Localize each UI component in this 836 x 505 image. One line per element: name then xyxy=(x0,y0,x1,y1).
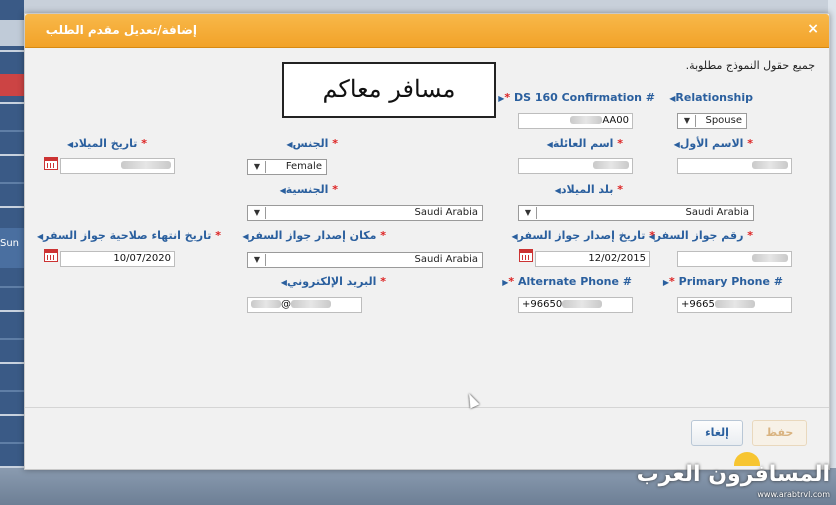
chevron-down-icon: ▼ xyxy=(249,161,266,173)
passport-number-input[interactable] xyxy=(677,251,792,267)
chevron-down-icon: ▼ xyxy=(679,115,696,127)
gender-label: * الجنس◀ xyxy=(286,137,338,150)
passport-expiry-label: * تاريخ انتهاء صلاحية جواز السفر◀ xyxy=(37,229,221,242)
chevron-down-icon: ▼ xyxy=(249,207,266,219)
passport-issue-date-label: * تاريخ إصدار جواز السفر◀ xyxy=(511,229,655,242)
ds160-label: ▶* DS 160 Confirmation # xyxy=(498,91,655,104)
applicant-dialog: إضافة/تعديل مقدم الطلب × جميع حقول النمو… xyxy=(24,13,830,470)
relationship-select[interactable]: ▼ Spouse xyxy=(677,113,747,129)
ds160-input[interactable]: AA00 xyxy=(518,113,633,129)
first-name-input[interactable] xyxy=(677,158,792,174)
alternate-phone-input[interactable]: +96650 xyxy=(518,297,633,313)
primary-phone-label: ▶* Primary Phone # xyxy=(662,275,783,288)
dialog-titlebar: إضافة/تعديل مقدم الطلب × xyxy=(25,14,829,48)
birth-country-select[interactable]: ▼ Saudi Arabia xyxy=(518,205,754,221)
passport-issue-place-select[interactable]: ▼ Saudi Arabia xyxy=(247,252,483,268)
cancel-button[interactable]: إلغاء xyxy=(691,420,743,446)
passport-expiry-input[interactable]: 10/07/2020 xyxy=(60,251,175,267)
birth-country-label: * بلد الميلاد◀ xyxy=(554,183,623,196)
nationality-select[interactable]: ▼ Saudi Arabia xyxy=(247,205,483,221)
calendar-icon[interactable] xyxy=(519,249,533,262)
birth-date-label: * تاريخ الميلاد◀ xyxy=(67,137,147,150)
dialog-footer-divider xyxy=(25,407,829,408)
calendar-icon[interactable] xyxy=(44,157,58,170)
chevron-down-icon: ▼ xyxy=(249,254,266,266)
passport-number-label: * رقم جواز السفر◀ xyxy=(648,229,753,242)
chevron-down-icon: ▼ xyxy=(520,207,537,219)
first-name-label: * الاسم الأول◀ xyxy=(673,137,753,150)
email-input[interactable]: @ xyxy=(247,297,362,313)
nationality-label: * الجنسية◀ xyxy=(279,183,338,196)
passport-issue-place-label: * مكان إصدار جواز السفر◀ xyxy=(242,229,386,242)
background-page-top xyxy=(0,0,836,14)
site-watermark-logo: المسافرون العرب www.arabtrvl.com xyxy=(637,452,830,499)
primary-phone-input[interactable]: +9665 xyxy=(677,297,792,313)
required-fields-note: جميع حقول النموذج مطلوبة. xyxy=(685,59,815,72)
save-button[interactable]: حفظ xyxy=(752,420,807,446)
email-label: * البريد الإلكتروني◀ xyxy=(280,275,386,288)
passport-issue-date-input[interactable]: 12/02/2015 xyxy=(535,251,650,267)
gender-select[interactable]: ▼ Female xyxy=(247,159,327,175)
alternate-phone-label: ▶* Alternate Phone # xyxy=(502,275,632,288)
birth-date-input[interactable] xyxy=(60,158,175,174)
traveler-overlay-box: مسافر معاكم xyxy=(282,62,496,118)
background-page-left: Sun xyxy=(0,0,24,505)
calendar-icon[interactable] xyxy=(44,249,58,262)
dialog-title: إضافة/تعديل مقدم الطلب xyxy=(45,23,197,37)
relationship-label: Relationship◀ xyxy=(669,91,753,104)
family-name-input[interactable] xyxy=(518,158,633,174)
family-name-label: * اسم العائلة◀ xyxy=(546,137,623,150)
close-icon[interactable]: × xyxy=(807,21,819,37)
